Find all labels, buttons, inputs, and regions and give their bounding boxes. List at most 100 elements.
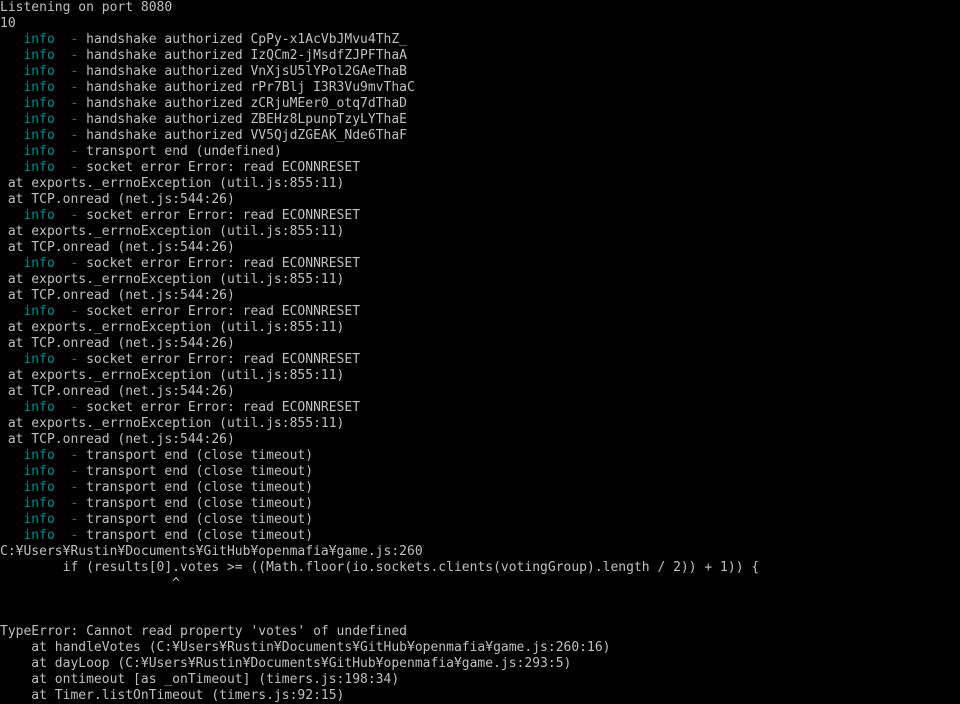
log-text: handshake authorized VV5QjdZGEAK_Nde6Tha… [78, 128, 408, 143]
log-text: socket error Error: read ECONNRESET [78, 256, 361, 271]
terminal-line: at exports._errnoException (util.js:855:… [0, 176, 960, 192]
log-text: at exports._errnoException (util.js:855:… [0, 224, 345, 239]
terminal-line: if (results[0].votes >= ((Math.floor(io.… [0, 560, 960, 576]
log-text: at dayLoop (C:¥Users¥Rustin¥Documents¥Gi… [0, 656, 572, 671]
log-text: socket error Error: read ECONNRESET [78, 208, 361, 223]
terminal-line: at TCP.onread (net.js:544:26) [0, 432, 960, 448]
log-text: at exports._errnoException (util.js:855:… [0, 176, 345, 191]
terminal-line: info - transport end (close timeout) [0, 512, 960, 528]
log-text: at ontimeout [as _onTimeout] (timers.js:… [0, 672, 400, 687]
terminal-line: info - socket error Error: read ECONNRES… [0, 256, 960, 272]
log-level-info: info - [0, 96, 79, 111]
log-text: transport end (close timeout) [78, 448, 314, 463]
log-text: at exports._errnoException (util.js:855:… [0, 272, 345, 287]
log-text: transport end (close timeout) [78, 464, 314, 479]
terminal-line: at handleVotes (C:¥Users¥Rustin¥Document… [0, 640, 960, 656]
log-text: socket error Error: read ECONNRESET [78, 160, 361, 175]
terminal-line: at exports._errnoException (util.js:855:… [0, 272, 960, 288]
terminal-line: info - handshake authorized rPr7Blj I3R3… [0, 80, 960, 96]
log-level-info: info - [0, 80, 79, 95]
log-level-info: info - [0, 512, 79, 527]
terminal-line: info - transport end (close timeout) [0, 496, 960, 512]
log-level-info: info - [0, 48, 79, 63]
log-level-info: info - [0, 352, 79, 367]
log-text: at TCP.onread (net.js:544:26) [0, 192, 235, 207]
log-text: at exports._errnoException (util.js:855:… [0, 416, 345, 431]
terminal-line: info - transport end (close timeout) [0, 480, 960, 496]
terminal-line: info - handshake authorized VnXjsU5lYPol… [0, 64, 960, 80]
log-text: at Timer.listOnTimeout (timers.js:92:15) [0, 688, 345, 703]
log-text: TypeError: Cannot read property 'votes' … [0, 624, 407, 639]
log-text: transport end (undefined) [78, 144, 282, 159]
log-level-info: info - [0, 304, 79, 319]
log-text: handshake authorized CpPy-x1AcVbJMvu4ThZ… [78, 32, 408, 47]
log-level-info: info - [0, 448, 79, 463]
log-level-info: info - [0, 480, 79, 495]
terminal-line: at dayLoop (C:¥Users¥Rustin¥Documents¥Gi… [0, 656, 960, 672]
log-text: socket error Error: read ECONNRESET [78, 352, 361, 367]
log-level-info: info - [0, 64, 79, 79]
log-text: at exports._errnoException (util.js:855:… [0, 320, 345, 335]
terminal-line: 10 [0, 16, 960, 32]
log-text: transport end (close timeout) [78, 480, 314, 495]
log-level-info: info - [0, 256, 79, 271]
log-level-info: info - [0, 464, 79, 479]
log-text: 10 [0, 16, 16, 31]
terminal-line: at TCP.onread (net.js:544:26) [0, 240, 960, 256]
terminal-line: at exports._errnoException (util.js:855:… [0, 320, 960, 336]
log-level-info: info - [0, 160, 79, 175]
terminal-line: info - transport end (close timeout) [0, 528, 960, 544]
log-level-info: info - [0, 496, 79, 511]
log-text: Listening on port 8080 [0, 0, 173, 15]
log-level-info: info - [0, 400, 79, 415]
terminal-line: info - handshake authorized ZBEHz8LpunpT… [0, 112, 960, 128]
log-text: ^ [0, 576, 181, 591]
log-text: at TCP.onread (net.js:544:26) [0, 288, 235, 303]
log-text: handshake authorized rPr7Blj I3R3Vu9mvTh… [78, 80, 415, 95]
log-level-info: info - [0, 32, 79, 47]
log-text: handshake authorized IzQCm2-jMsdfZJPFTha… [78, 48, 408, 63]
terminal-output-console[interactable]: Listening on port 8080 10 info - handshak… [0, 0, 960, 704]
terminal-line: info - socket error Error: read ECONNRES… [0, 160, 960, 176]
terminal-line: info - handshake authorized IzQCm2-jMsdf… [0, 48, 960, 64]
log-text: transport end (close timeout) [78, 496, 314, 511]
terminal-line: Listening on port 8080 [0, 0, 960, 16]
log-text: handshake authorized ZBEHz8LpunpTzyLYTha… [78, 112, 408, 127]
terminal-line: info - handshake authorized VV5QjdZGEAK_… [0, 128, 960, 144]
log-text: transport end (close timeout) [78, 512, 314, 527]
terminal-line: info - handshake authorized zCRjuMEer0_o… [0, 96, 960, 112]
terminal-line: info - socket error Error: read ECONNRES… [0, 352, 960, 368]
log-text: transport end (close timeout) [78, 528, 314, 543]
log-text: at TCP.onread (net.js:544:26) [0, 240, 235, 255]
terminal-line: at TCP.onread (net.js:544:26) [0, 288, 960, 304]
log-text: handshake authorized zCRjuMEer0_otq7dTha… [78, 96, 408, 111]
log-level-info: info - [0, 144, 79, 159]
terminal-line: info - socket error Error: read ECONNRES… [0, 400, 960, 416]
terminal-line: info - transport end (close timeout) [0, 448, 960, 464]
log-text: C:¥Users¥Rustin¥Documents¥GitHub¥openmaf… [0, 544, 423, 559]
terminal-line: info - transport end (undefined) [0, 144, 960, 160]
terminal-line: info - handshake authorized CpPy-x1AcVbJ… [0, 32, 960, 48]
log-text: socket error Error: read ECONNRESET [78, 304, 361, 319]
terminal-line: ^ [0, 576, 960, 592]
terminal-line: at Timer.listOnTimeout (timers.js:92:15) [0, 688, 960, 704]
terminal-line: TypeError: Cannot read property 'votes' … [0, 624, 960, 640]
terminal-line: C:¥Users¥Rustin¥Documents¥GitHub¥openmaf… [0, 544, 960, 560]
terminal-line: at TCP.onread (net.js:544:26) [0, 384, 960, 400]
log-text: at TCP.onread (net.js:544:26) [0, 336, 235, 351]
terminal-line: info - socket error Error: read ECONNRES… [0, 208, 960, 224]
log-level-info: info - [0, 128, 79, 143]
log-text: handshake authorized VnXjsU5lYPol2GAeTha… [78, 64, 408, 79]
log-text: at TCP.onread (net.js:544:26) [0, 432, 235, 447]
terminal-line: info - socket error Error: read ECONNRES… [0, 304, 960, 320]
terminal-line: at exports._errnoException (util.js:855:… [0, 416, 960, 432]
log-level-info: info - [0, 112, 79, 127]
terminal-line: at exports._errnoException (util.js:855:… [0, 224, 960, 240]
log-text: at handleVotes (C:¥Users¥Rustin¥Document… [0, 640, 611, 655]
terminal-line: at TCP.onread (net.js:544:26) [0, 336, 960, 352]
log-level-info: info - [0, 528, 79, 543]
terminal-line: at exports._errnoException (util.js:855:… [0, 368, 960, 384]
log-text: at exports._errnoException (util.js:855:… [0, 368, 345, 383]
